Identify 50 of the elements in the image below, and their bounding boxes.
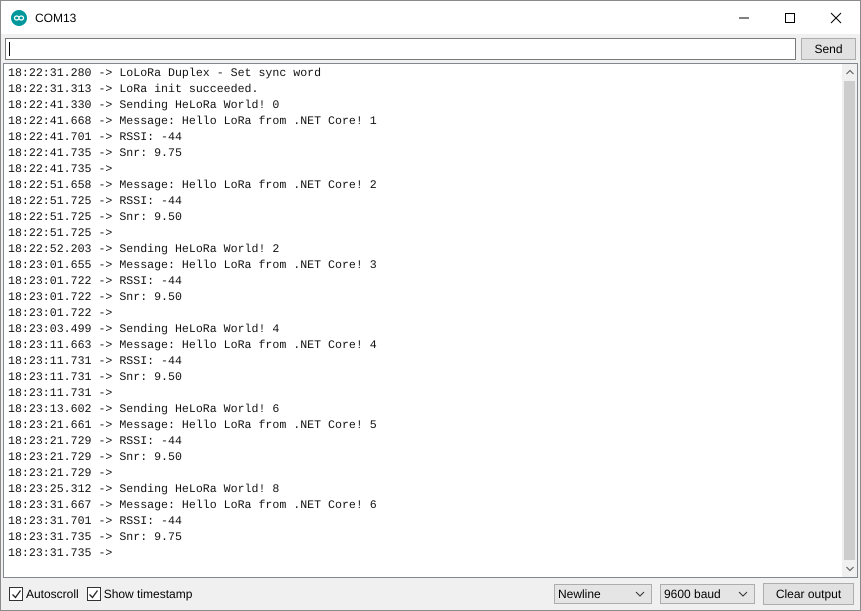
- output-line: 18:23:01.655 -> Message: Hello LoRa from .NET Core! 3: [8, 258, 378, 274]
- output-line: 18:22:41.330 -> Sending HeLoRa World! 0: [8, 98, 280, 114]
- output-line: 18:22:51.725 ->: [8, 226, 114, 242]
- output-line: 18:22:41.701 -> RSSI: -44: [8, 130, 183, 146]
- scrollbar[interactable]: [842, 64, 857, 577]
- output-line: 18:22:51.658 -> Message: Hello LoRa from .NET Core! 2: [8, 178, 378, 194]
- message-field[interactable]: [5, 38, 796, 60]
- output-line: 18:23:31.735 ->: [8, 546, 114, 562]
- output-line: 18:23:13.602 -> Sending HeLoRa World! 6: [8, 402, 280, 418]
- close-icon[interactable]: [830, 12, 842, 24]
- output-line: 18:23:21.661 -> Message: Hello LoRa from .NET Core! 5: [8, 418, 378, 434]
- app-logo-icon: [11, 10, 27, 26]
- output-line: 18:22:31.313 -> LoRa init succeeded.: [8, 82, 260, 98]
- scroll-up-icon[interactable]: [846, 69, 854, 75]
- caret-icon: [738, 591, 748, 597]
- output-line: 18:22:51.725 -> RSSI: -44: [8, 194, 183, 210]
- output-line: 18:23:01.722 -> Snr: 9.50: [8, 290, 183, 306]
- output-line: 18:22:31.280 -> LoLoRa Duplex - Set sync word: [8, 66, 322, 82]
- output-line: 18:23:21.729 -> Snr: 9.50: [8, 450, 183, 466]
- output-line: 18:22:41.735 -> Snr: 9.75: [8, 146, 183, 162]
- output-line: 18:22:51.725 -> Snr: 9.50: [8, 210, 183, 226]
- checkbox-label[interactable]: Autoscroll: [26, 587, 79, 601]
- output-line: 18:23:11.731 -> RSSI: -44: [8, 354, 183, 370]
- scroll-thumb[interactable]: [844, 81, 855, 560]
- output-line: 18:22:41.735 ->: [8, 162, 114, 178]
- output-line: 18:23:21.729 ->: [8, 466, 114, 482]
- send-button[interactable]: Send: [801, 38, 856, 60]
- output-line: 18:22:41.668 -> Message: Hello LoRa from .NET Core! 1: [8, 114, 378, 130]
- output-line: 18:22:52.203 -> Sending HeLoRa World! 2: [8, 242, 280, 258]
- output-line: 18:23:31.667 -> Message: Hello LoRa from .NET Core! 6: [8, 498, 378, 514]
- checkbox-label[interactable]: Show timestamp: [104, 587, 192, 601]
- output-line: 18:23:31.701 -> RSSI: -44: [8, 514, 183, 530]
- checkbox[interactable]: [9, 587, 23, 601]
- maximize-icon[interactable]: [784, 12, 796, 24]
- output-line: 18:23:25.312 -> Sending HeLoRa World! 8: [8, 482, 280, 498]
- caret-icon: [635, 591, 645, 597]
- output-line: 18:23:03.499 -> Sending HeLoRa World! 4: [8, 322, 280, 338]
- output-line: 18:23:01.722 -> RSSI: -44: [8, 274, 183, 290]
- window-title: COM13: [35, 10, 76, 24]
- output-line: 18:23:01.722 ->: [8, 306, 114, 322]
- line-ending-dropdown[interactable]: Newline: [554, 584, 652, 604]
- checkbox[interactable]: [86, 587, 101, 601]
- clear-output-button[interactable]: Clear output: [763, 583, 854, 605]
- scroll-down-icon[interactable]: [846, 566, 854, 572]
- output-line: 18:23:11.663 -> Message: Hello LoRa from .NET Core! 4: [8, 338, 378, 354]
- output-line: 18:23:11.731 -> Snr: 9.50: [8, 370, 183, 386]
- output-line: 18:23:21.729 -> RSSI: -44: [8, 434, 183, 450]
- baud-dropdown[interactable]: 9600 baud: [660, 584, 755, 604]
- output-line: 18:23:31.735 -> Snr: 9.75: [8, 530, 183, 546]
- output-line: 18:23:11.731 ->: [8, 386, 114, 402]
